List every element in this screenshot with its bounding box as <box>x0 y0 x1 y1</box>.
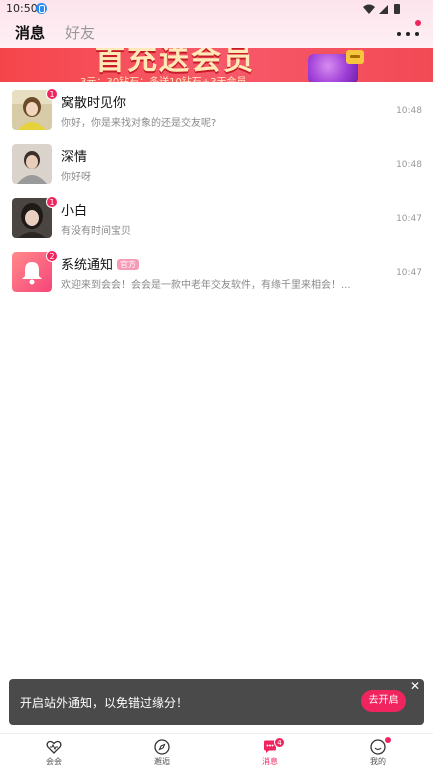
nav-label: 会会 <box>46 757 62 766</box>
message-time: 10:48 <box>396 160 422 170</box>
promo-banner[interactable]: 首充送会员 3元：30钻石；多送10钻石+3天会员 <box>0 48 433 82</box>
status-time: 10:50 <box>6 2 38 15</box>
avatar <box>12 144 52 184</box>
signal-icon <box>379 5 388 14</box>
banner-subtitle: 3元：30钻石；多送10钻石+3天会员 <box>80 73 247 82</box>
message-preview: 你好呀 <box>61 172 91 183</box>
unread-badge: 1 <box>46 196 58 208</box>
conversation-item[interactable]: 1 小白 有没有时间宝贝 10:47 <box>0 190 433 244</box>
smile-icon <box>370 739 386 755</box>
message-time: 10:47 <box>396 268 422 278</box>
contact-name: 小白 <box>61 204 88 219</box>
more-notification-dot <box>415 20 421 26</box>
close-icon[interactable]: ✕ <box>409 680 421 692</box>
conversation-item[interactable]: 1 窝散时见你 你好，你是来找对象的还是交友呢? 10:48 <box>0 82 433 136</box>
contact-name: 深情 <box>61 150 88 165</box>
bottom-nav: 会会 邂逅 4 消息 我的 <box>0 733 433 770</box>
gift-tag-icon <box>346 50 364 64</box>
nav-label: 邂逅 <box>154 757 170 766</box>
message-preview: 有没有时间宝贝 <box>61 226 131 237</box>
message-preview: 你好，你是来找对象的还是交友呢? <box>61 118 217 129</box>
nav-item-messages[interactable]: 4 消息 <box>216 734 324 770</box>
tab-friends[interactable]: 好友 <box>65 22 95 43</box>
status-icons <box>363 4 400 14</box>
contact-name: 系统通知 官方 <box>61 254 140 273</box>
conversation-item[interactable]: 2 系统通知 官方 欢迎来到会会！会会是一款中老年交友软件，有缘千里来相会！...… <box>0 244 433 298</box>
wifi-icon <box>363 4 375 14</box>
contact-name: 窝散时见你 <box>61 96 127 111</box>
message-time: 10:47 <box>396 214 422 224</box>
compass-icon <box>154 739 170 755</box>
battery-icon <box>394 4 400 14</box>
conversation-item[interactable]: 深情 你好呀 10:48 <box>0 136 433 190</box>
more-button[interactable] <box>397 20 421 42</box>
unread-badge: 1 <box>46 88 58 100</box>
nav-item-me[interactable]: 我的 <box>324 734 432 770</box>
status-bar: 10:50 <box>0 0 433 18</box>
conversation-list: 1 窝散时见你 你好，你是来找对象的还是交友呢? 10:48 深情 你好呀 10… <box>0 82 433 298</box>
nav-item-huihui[interactable]: 会会 <box>0 734 108 770</box>
official-tag: 官方 <box>117 259 140 270</box>
message-time: 10:48 <box>396 106 422 116</box>
system-name: 系统通知 <box>61 258 114 273</box>
unread-badge: 2 <box>46 250 58 262</box>
notification-app-icon <box>36 3 47 14</box>
notification-prompt-toast: 开启站外通知，以免错过缘分！ 去开启 ✕ <box>9 679 424 725</box>
tab-messages[interactable]: 消息 <box>15 22 45 43</box>
heart-icon <box>46 740 62 754</box>
messages-badge: 4 <box>274 737 285 748</box>
nav-label: 我的 <box>370 757 386 766</box>
nav-item-encounter[interactable]: 邂逅 <box>108 734 216 770</box>
nav-label: 消息 <box>262 757 278 766</box>
enable-notifications-button[interactable]: 去开启 <box>361 690 406 712</box>
message-preview: 欢迎来到会会！会会是一款中老年交友软件，有缘千里来相会！... <box>61 280 351 291</box>
top-header: 消息 好友 <box>0 18 433 48</box>
me-notification-dot <box>385 737 391 743</box>
more-dots-icon <box>397 32 419 36</box>
toast-text: 开启站外通知，以免错过缘分！ <box>20 696 189 710</box>
